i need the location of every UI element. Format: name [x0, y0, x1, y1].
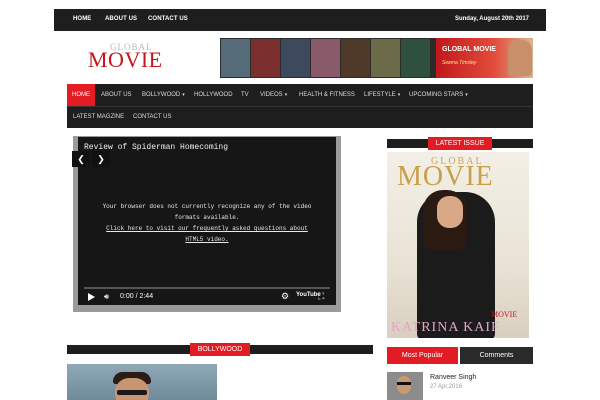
- chevron-down-icon: ▾: [182, 92, 185, 98]
- bollywood-image-glasses: [117, 390, 147, 395]
- popular-item-title[interactable]: Ranveer Singh: [430, 374, 476, 381]
- nav-label: BOLLYWOOD: [142, 92, 181, 98]
- banner-magazine-thumb: [401, 39, 430, 77]
- slider-arrows: ❮ ❯: [72, 151, 110, 167]
- video-message-line: formats available.: [174, 214, 240, 221]
- bollywood-heading: BOLLYWOOD: [190, 343, 250, 356]
- nav-item-home[interactable]: HOME: [67, 84, 95, 106]
- play-icon[interactable]: [88, 293, 95, 301]
- thumbnail-face: [397, 376, 411, 394]
- tab-comments[interactable]: Comments: [460, 347, 533, 364]
- video-error-message: Your browser does not currently recogniz…: [78, 201, 336, 245]
- banner-model-image: [508, 40, 532, 76]
- nav-item-upcoming[interactable]: UPCOMING STARS ▾: [409, 84, 468, 106]
- nav-item-about[interactable]: ABOUT US: [101, 84, 132, 106]
- site-logo[interactable]: GLOBAL MOVIE: [88, 42, 172, 72]
- bollywood-article-image[interactable]: [67, 364, 217, 400]
- nav-label: ABOUT US: [101, 92, 132, 98]
- cover-movie-text: MOVIE: [397, 161, 494, 192]
- banner-magazine-thumb: [221, 39, 250, 77]
- video-faq-link[interactable]: Click here to visit our frequently asked…: [78, 223, 336, 234]
- nav-item-videos[interactable]: VIDEOS ▾: [260, 84, 287, 106]
- popular-item-thumbnail: [387, 372, 423, 400]
- tab-most-popular[interactable]: Most Popular: [387, 347, 458, 364]
- nav-item-health[interactable]: HEALTH & FITNESS: [299, 84, 355, 106]
- nav-item-hollywood[interactable]: HOLLYWOOD: [194, 84, 233, 106]
- nav-item-tv[interactable]: TV: [241, 84, 249, 106]
- video-time: 0:00 / 2:44: [120, 293, 154, 300]
- main-nav: HOME ABOUT US BOLLYWOOD ▾ HOLLYWOOD TV VI…: [67, 84, 533, 128]
- cover-mini-logo: MOVIE: [491, 310, 518, 319]
- nav-label: VIDEOS: [260, 92, 283, 98]
- bollywood-image-face: [115, 378, 149, 400]
- nav-label: HEALTH & FITNESS: [299, 92, 355, 98]
- top-link-home[interactable]: HOME: [73, 16, 91, 22]
- video-message-line: Your browser does not currently recogniz…: [102, 203, 312, 210]
- video-controls: 🔊︎ 0:00 / 2:44 ⚙ YouTube ⛶: [78, 289, 336, 305]
- nav-label: UPCOMING STARS: [409, 92, 464, 98]
- chevron-right-icon[interactable]: ❯: [92, 151, 110, 167]
- banner-promo-title: GLOBAL MOVIE: [442, 46, 496, 53]
- banner-magazine-thumb: [371, 39, 400, 77]
- header-banner-ad[interactable]: GLOBAL MOVIE Seema Timsley: [220, 38, 533, 78]
- nav-label: LIFESTYLE: [364, 92, 396, 98]
- popular-item-date: 27 Apr,2016: [430, 384, 463, 390]
- magazine-cover[interactable]: GLOBAL MOVIE KATRINA KAIF MOVIE: [387, 152, 529, 338]
- logo-movie-text: MOVIE: [88, 47, 163, 72]
- nav-item-bollywood[interactable]: BOLLYWOOD ▾: [142, 84, 185, 106]
- chevron-left-icon[interactable]: ❮: [72, 151, 90, 167]
- top-link-about[interactable]: ABOUT US: [105, 16, 137, 22]
- banner-promo-name: Seema Timsley: [442, 60, 477, 66]
- nav-item-contact[interactable]: CONTACT US: [133, 106, 171, 128]
- chevron-down-icon: ▾: [284, 92, 288, 98]
- nav-label: TV: [241, 92, 249, 98]
- banner-magazine-thumb: [251, 39, 280, 77]
- gear-icon[interactable]: ⚙: [281, 291, 289, 302]
- banner-magazine-thumb: [341, 39, 370, 77]
- banner-magazine-thumb: [311, 39, 340, 77]
- video-player[interactable]: Review of Spiderman Homecoming Your brow…: [78, 137, 336, 305]
- nav-item-latest-magazine[interactable]: LATEST MAGZINE: [73, 106, 124, 128]
- nav-label: HOME: [72, 92, 90, 98]
- popular-list-item[interactable]: Ranveer Singh 27 Apr,2016: [387, 372, 533, 400]
- chevron-down-icon: ▾: [397, 92, 401, 98]
- nav-label: CONTACT US: [133, 114, 172, 120]
- cover-star-name: KATRINA KAIF: [391, 320, 500, 335]
- nav-item-lifestyle[interactable]: LIFESTYLE ▾: [364, 84, 400, 106]
- top-link-contact[interactable]: CONTACT US: [148, 16, 188, 22]
- thumbnail-glasses: [397, 382, 411, 385]
- latest-issue-heading: LATEST ISSUE: [428, 137, 492, 150]
- cover-model-face: [437, 196, 463, 228]
- fullscreen-icon[interactable]: ⛶: [318, 291, 324, 302]
- chevron-down-icon: ▾: [465, 92, 468, 98]
- current-date: Sunday, August 20th 2017: [454, 16, 529, 22]
- video-faq-link[interactable]: HTML5 video.: [78, 234, 336, 245]
- nav-label: HOLLYWOOD: [194, 92, 233, 98]
- top-bar: HOME ABOUT US CONTACT US Sunday, August …: [54, 9, 546, 31]
- volume-icon[interactable]: 🔊︎: [104, 292, 109, 302]
- banner-magazine-thumb: [281, 39, 310, 77]
- nav-label: LATEST MAGZINE: [73, 114, 125, 120]
